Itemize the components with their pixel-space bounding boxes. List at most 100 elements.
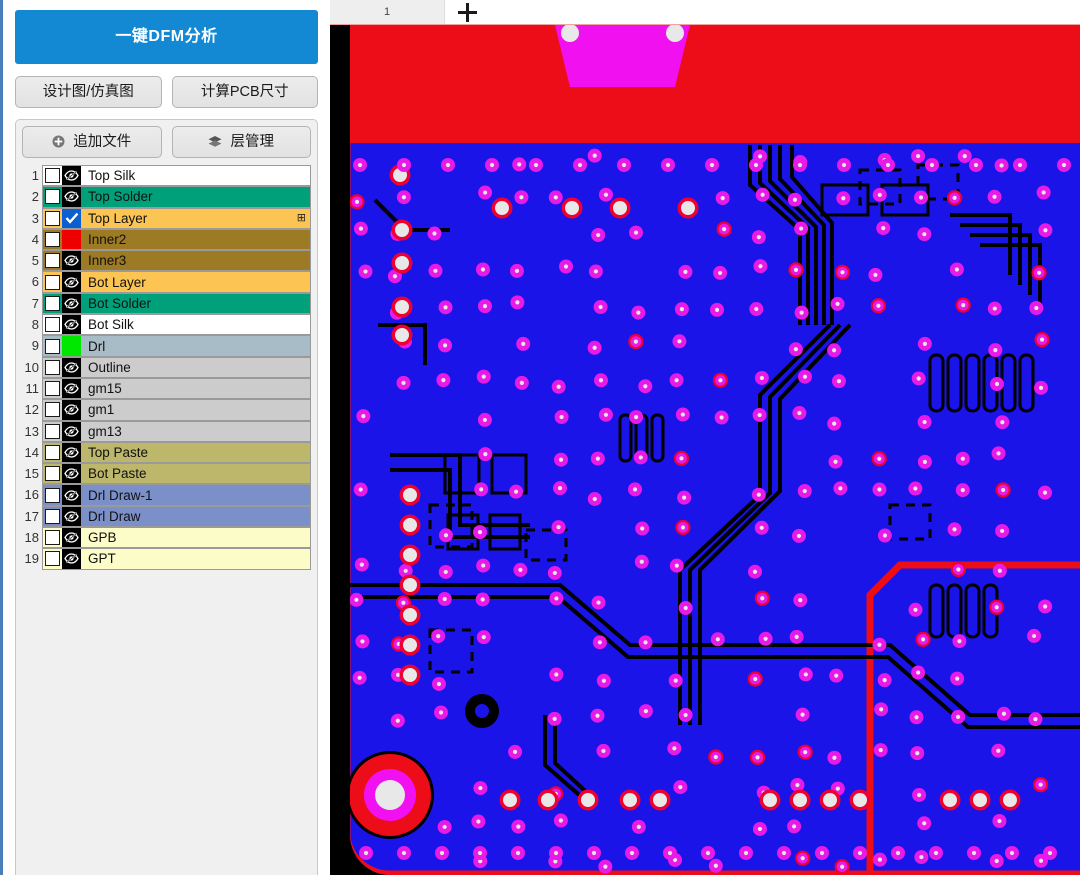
layer-row-body[interactable]: Drl Draw [42,506,311,527]
layer-row[interactable]: 11gm15 [22,378,311,399]
layer-row[interactable]: 12gm1 [22,399,311,420]
layer-color-swatch[interactable] [62,230,81,249]
eye-slash-icon[interactable] [62,422,81,441]
eye-slash-icon[interactable] [62,294,81,313]
layer-manager-button[interactable]: 层管理 [172,126,312,158]
eye-slash-icon[interactable] [62,272,81,291]
eye-slash-icon[interactable] [62,528,81,547]
layer-row[interactable]: 14Top Paste [22,442,311,463]
tab-1[interactable]: 1 [330,0,445,24]
pcb-via [798,484,812,498]
layer-row[interactable]: 13gm13 [22,421,311,442]
eye-slash-icon[interactable] [62,251,81,270]
layer-row-body[interactable]: Inner3 [42,250,311,271]
pcb-via [477,370,491,384]
layer-row-body[interactable]: GPB [42,527,311,548]
pcb-via [610,198,631,219]
layer-select-checkbox[interactable] [45,530,60,545]
layer-select-checkbox[interactable] [45,488,60,503]
layer-select-checkbox[interactable] [45,466,60,481]
eye-slash-icon[interactable] [62,166,81,185]
add-file-button[interactable]: 追加文件 [22,126,162,158]
layer-index: 7 [22,293,42,314]
layer-row[interactable]: 6Bot Layer [22,271,311,292]
layer-select-checkbox[interactable] [45,402,60,417]
layer-row[interactable]: 8Bot Silk [22,314,311,335]
layer-select-checkbox[interactable] [45,424,60,439]
layer-row-body[interactable]: Outline [42,357,311,378]
pcb-via [593,635,607,649]
layer-row[interactable]: 2Top Solder [22,186,311,207]
layer-row[interactable]: 15Bot Paste [22,463,311,484]
layer-row-body[interactable]: Bot Silk [42,314,311,335]
layer-row-body[interactable]: GPT [42,548,311,569]
layer-row-body[interactable]: Inner2 [42,229,311,250]
pcb-via [400,635,421,656]
layer-row[interactable]: 10Outline [22,357,311,378]
eye-slash-icon[interactable] [62,379,81,398]
design-sim-button[interactable]: 设计图/仿真图 [15,76,162,108]
pcb-via [400,575,421,596]
layer-select-checkbox[interactable] [45,296,60,311]
layer-row-body[interactable]: Top Solder [42,186,311,207]
eye-slash-icon[interactable] [62,315,81,334]
layer-list[interactable]: 1Top Silk2Top Solder3Top Layer⊞4Inner25I… [22,165,311,570]
add-tab-button[interactable] [445,0,489,24]
layer-select-checkbox[interactable] [45,445,60,460]
layer-row-body[interactable]: Drl Draw-1 [42,484,311,505]
layer-select-checkbox[interactable] [45,253,60,268]
layer-select-checkbox[interactable] [45,551,60,566]
pcb-via [478,447,492,461]
layer-row[interactable]: 1Top Silk [22,165,311,186]
layer-select-checkbox[interactable] [45,339,60,354]
eye-slash-icon[interactable] [62,443,81,462]
layer-row-body[interactable]: gm15 [42,378,311,399]
layer-select-checkbox[interactable] [45,211,60,226]
eye-slash-icon[interactable] [62,400,81,419]
layer-visible-check-icon[interactable] [62,209,81,228]
pcb-via [588,492,602,506]
layer-row[interactable]: 17Drl Draw [22,506,311,527]
layer-row-body[interactable]: Bot Layer [42,271,311,292]
layer-row-body[interactable]: Top Silk [42,165,311,186]
eye-slash-icon[interactable] [62,464,81,483]
layer-select-checkbox[interactable] [45,509,60,524]
layer-row-body[interactable]: Top Layer⊞ [42,208,311,229]
layer-select-checkbox[interactable] [45,275,60,290]
layer-index: 3 [22,208,42,229]
layer-row-body[interactable]: Bot Solder [42,293,311,314]
layer-color-swatch[interactable] [62,336,81,355]
pcb-via [759,632,773,646]
layer-row[interactable]: 7Bot Solder [22,293,311,314]
pcb-via [439,528,453,542]
one-click-dfm-analysis-button[interactable]: 一键DFM分析 [15,10,318,64]
layer-grid-icon[interactable]: ⊞ [297,209,310,228]
layer-select-checkbox[interactable] [45,168,60,183]
pcb-canvas[interactable] [330,25,1080,875]
layer-row-body[interactable]: gm1 [42,399,311,420]
eye-slash-icon[interactable] [62,358,81,377]
layer-row[interactable]: 4Inner2 [22,229,311,250]
layer-select-checkbox[interactable] [45,232,60,247]
layer-row-body[interactable]: Drl [42,335,311,356]
layer-row[interactable]: 3Top Layer⊞ [22,208,311,229]
layer-row[interactable]: 9Drl [22,335,311,356]
layer-row-body[interactable]: Bot Paste [42,463,311,484]
eye-slash-icon[interactable] [62,507,81,526]
pcb-via [950,672,964,686]
layer-select-checkbox[interactable] [45,360,60,375]
eye-slash-icon[interactable] [62,549,81,568]
layer-row-body[interactable]: gm13 [42,421,311,442]
layer-row-body[interactable]: Top Paste [42,442,311,463]
eye-slash-icon[interactable] [62,485,81,504]
layer-row[interactable]: 18GPB [22,527,311,548]
layer-row[interactable]: 5Inner3 [22,250,311,271]
calc-pcb-size-button[interactable]: 计算PCB尺寸 [172,76,319,108]
layer-row[interactable]: 19GPT [22,548,311,569]
layer-row[interactable]: 16Drl Draw-1 [22,484,311,505]
layer-select-checkbox[interactable] [45,189,60,204]
eye-slash-icon[interactable] [62,187,81,206]
layer-select-checkbox[interactable] [45,381,60,396]
layer-select-checkbox[interactable] [45,317,60,332]
pcb-via [587,846,601,860]
